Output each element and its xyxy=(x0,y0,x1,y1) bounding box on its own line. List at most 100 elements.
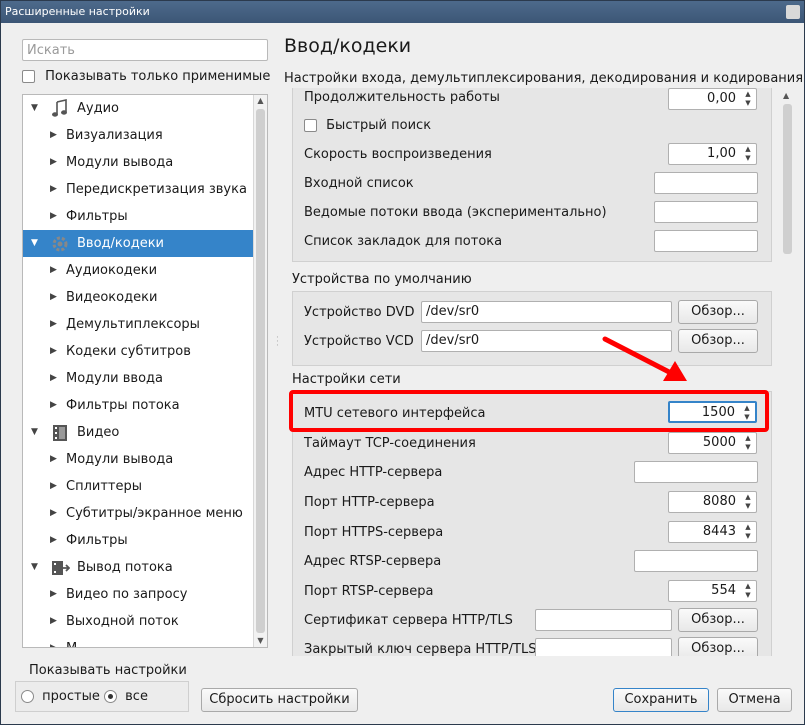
chevron-right-icon[interactable]: ▶ xyxy=(50,176,57,203)
splitter-handle[interactable]: · · · xyxy=(276,334,279,351)
key-label: Закрытый ключ сервера HTTP/TLS xyxy=(304,642,537,656)
tree-scrollbar[interactable]: ▲ ▼ xyxy=(253,95,267,647)
http-port-spinbox[interactable]: 8080 ▲ ▼ xyxy=(668,491,757,513)
cert-field[interactable] xyxy=(535,609,672,631)
speed-value: 1,00 xyxy=(707,146,736,161)
page-subtitle: Настройки входа, демультиплексирования, … xyxy=(284,71,804,86)
all-radio-row[interactable]: все xyxy=(104,689,148,704)
tcp-timeout-spinbox[interactable]: 5000 ▲ ▼ xyxy=(668,432,757,454)
all-radio[interactable] xyxy=(104,690,117,703)
chevron-right-icon[interactable]: ▶ xyxy=(50,446,57,473)
chevron-right-icon[interactable]: ▶ xyxy=(50,635,57,647)
chevron-right-icon[interactable]: ▶ xyxy=(50,608,57,635)
spin-arrows-icon[interactable]: ▲ ▼ xyxy=(742,582,754,600)
chevron-right-icon[interactable]: ▶ xyxy=(50,122,57,149)
tree-item[interactable]: ▶ Сплиттеры xyxy=(23,473,267,500)
chevron-right-icon[interactable]: ▶ xyxy=(50,149,57,176)
https-port-spinbox[interactable]: 8443 ▲ ▼ xyxy=(668,521,757,543)
key-field[interactable] xyxy=(535,638,672,656)
settings-scroll-thumb[interactable] xyxy=(783,104,792,254)
tree-item-label: Видео по запросу xyxy=(66,587,188,602)
tree-item[interactable]: ▶ Демультиплексоры xyxy=(23,311,267,338)
dvd-browse-button[interactable]: Обзор... xyxy=(678,300,758,324)
chevron-right-icon[interactable]: ▶ xyxy=(50,500,57,527)
key-browse-button[interactable]: Обзор... xyxy=(678,637,758,656)
chevron-down-icon[interactable]: ▼ xyxy=(31,419,38,446)
cert-browse-button[interactable]: Обзор... xyxy=(678,608,758,632)
simple-radio-row[interactable]: простые xyxy=(21,689,100,704)
reset-settings-button[interactable]: Сбросить настройки xyxy=(201,688,358,712)
tree-item-label: Аудиокодеки xyxy=(66,263,158,278)
spin-arrows-icon[interactable]: ▲ ▼ xyxy=(742,493,754,511)
tree-item[interactable]: ▶ Модули вывода xyxy=(23,446,267,473)
settings-panel: Продолжительность работы 0,00 ▲ ▼ Быстрый… xyxy=(284,88,784,656)
category-tree[interactable]: ▼ Аудио ▶ Визуализация ▶ Модули вывода ▶ Переди… xyxy=(22,94,268,648)
tree-item[interactable]: ▶ Кодеки субтитров xyxy=(23,338,267,365)
advanced-settings-window: Расширенные настройки Искать Показывать … xyxy=(0,0,805,725)
http-addr-field[interactable] xyxy=(634,461,758,483)
tree-item[interactable]: ▶ Модули вывода xyxy=(23,149,267,176)
chevron-right-icon[interactable]: ▶ xyxy=(50,284,57,311)
fast-seek-row[interactable]: Быстрый поиск xyxy=(304,118,431,133)
duration-spinbox[interactable]: 0,00 ▲ ▼ xyxy=(668,88,757,110)
tree-category[interactable]: ▼ Видео xyxy=(23,419,267,446)
chevron-down-icon[interactable]: ▼ xyxy=(31,554,38,581)
tree-item-label: Кодеки субтитров xyxy=(66,344,191,359)
chevron-right-icon[interactable]: ▶ xyxy=(50,203,57,230)
tree-item[interactable]: ▶ Выходной поток xyxy=(23,608,267,635)
tree-item[interactable]: ▶ Фильтры потока xyxy=(23,392,267,419)
tree-item[interactable]: ▶ Передискретизация звука xyxy=(23,176,267,203)
spin-arrows-icon[interactable]: ▲ ▼ xyxy=(742,523,754,541)
slave-field[interactable] xyxy=(654,201,758,223)
tree-item[interactable]: ▶ М... xyxy=(23,635,267,647)
cert-label: Сертификат сервера HTTP/TLS xyxy=(304,613,513,628)
scroll-down-icon[interactable]: ▼ xyxy=(254,635,267,647)
tree-item-label: Сплиттеры xyxy=(66,479,142,494)
tree-item[interactable]: ▶ Модули ввода xyxy=(23,365,267,392)
tree-category[interactable]: ▼ Ввод/кодеки xyxy=(23,230,267,257)
scroll-up-icon[interactable]: ▲ xyxy=(254,95,267,107)
dvd-field[interactable]: /dev/sr0 xyxy=(421,301,672,323)
chevron-right-icon[interactable]: ▶ xyxy=(50,257,57,284)
tree-item[interactable]: ▶ Видеокодеки xyxy=(23,284,267,311)
tree-item-label: Видеокодеки xyxy=(66,290,158,305)
tree-category[interactable]: ▼ Аудио xyxy=(23,95,267,122)
speed-spinbox[interactable]: 1,00 ▲ ▼ xyxy=(668,143,757,165)
chevron-right-icon[interactable]: ▶ xyxy=(50,365,57,392)
tree-scroll-thumb[interactable] xyxy=(256,109,265,633)
chevron-right-icon[interactable]: ▶ xyxy=(50,392,57,419)
save-button[interactable]: Сохранить xyxy=(613,688,709,712)
only-applied-checkbox-row[interactable]: Показывать только применимые xyxy=(22,69,270,84)
spin-arrows-icon[interactable]: ▲ ▼ xyxy=(742,145,754,163)
chevron-right-icon[interactable]: ▶ xyxy=(50,527,57,554)
input-list-field[interactable] xyxy=(654,172,758,194)
tree-item[interactable]: ▶ Визуализация xyxy=(23,122,267,149)
chevron-right-icon[interactable]: ▶ xyxy=(50,338,57,365)
tree-item[interactable]: ▶ Аудиокодеки xyxy=(23,257,267,284)
chevron-down-icon[interactable]: ▼ xyxy=(31,95,38,122)
rtsp-port-spinbox[interactable]: 554 ▲ ▼ xyxy=(668,580,757,602)
all-radio-label: все xyxy=(125,689,148,704)
chevron-down-icon[interactable]: ▼ xyxy=(31,230,38,257)
spin-arrows-icon[interactable]: ▲ ▼ xyxy=(742,434,754,452)
rtsp-addr-field[interactable] xyxy=(634,550,758,572)
chevron-right-icon[interactable]: ▶ xyxy=(50,473,57,500)
cancel-button[interactable]: Отмена xyxy=(717,688,792,712)
close-icon[interactable] xyxy=(786,5,800,19)
tree-item[interactable]: ▶ Фильтры xyxy=(23,203,267,230)
chevron-right-icon[interactable]: ▶ xyxy=(50,581,57,608)
spin-arrows-icon[interactable]: ▲ ▼ xyxy=(742,90,754,108)
tree-category[interactable]: ▼ Вывод потока xyxy=(23,554,267,581)
search-input[interactable]: Искать xyxy=(22,39,268,61)
only-applied-checkbox[interactable] xyxy=(22,70,35,83)
tree-item[interactable]: ▶ Субтитры/экранное меню xyxy=(23,500,267,527)
simple-radio[interactable] xyxy=(21,690,34,703)
settings-scrollbar[interactable]: ▲ xyxy=(780,88,796,656)
scroll-up-icon[interactable]: ▲ xyxy=(783,91,789,100)
fast-seek-checkbox[interactable] xyxy=(304,119,317,132)
rtsp-port-value: 554 xyxy=(711,583,736,598)
tree-item[interactable]: ▶ Фильтры xyxy=(23,527,267,554)
bookmarks-field[interactable] xyxy=(654,230,758,252)
chevron-right-icon[interactable]: ▶ xyxy=(50,311,57,338)
tree-item[interactable]: ▶ Видео по запросу xyxy=(23,581,267,608)
